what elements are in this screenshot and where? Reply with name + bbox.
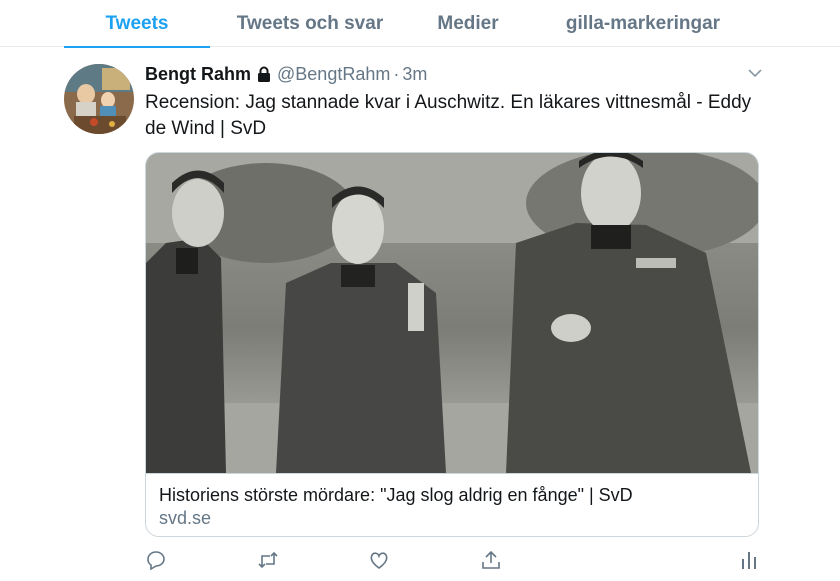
retweet-icon[interactable] [257,549,279,571]
profile-tabs: Tweets Tweets och svar Medier gilla-mark… [0,0,840,48]
tweet-timestamp[interactable]: 3m [402,64,427,85]
separator-dot: · [393,63,400,84]
tweet-text: Recension: Jag stannade kvar i Auschwitz… [145,92,752,139]
author-handle[interactable]: @BengtRahm [277,64,390,85]
tab-likes[interactable]: gilla-markeringar [548,0,738,47]
card-body: Historiens störste mördare: "Jag slog al… [146,473,758,536]
tweet-header: Bengt Rahm @BengtRahm · 3m [145,61,427,87]
lock-icon [257,66,271,82]
like-icon[interactable] [368,549,390,571]
tab-tweets-and-replies[interactable]: Tweets och svar [228,0,392,47]
card-title: Historiens störste mördare: "Jag slog al… [159,485,633,505]
card-domain: svd.se [159,508,212,528]
chevron-down-icon[interactable] [746,66,764,80]
tab-tweets[interactable]: Tweets [64,0,210,48]
avatar-photo [64,64,134,134]
tab-media[interactable]: Medier [420,0,516,47]
link-card[interactable]: Historiens störste mördare: "Jag slog al… [145,152,759,537]
author-name[interactable]: Bengt Rahm [145,64,251,85]
card-image [146,153,758,473]
share-icon[interactable] [480,549,502,571]
analytics-icon[interactable] [738,549,760,571]
avatar[interactable] [64,64,134,134]
reply-icon[interactable] [145,549,167,571]
tweet-actions [0,549,840,575]
